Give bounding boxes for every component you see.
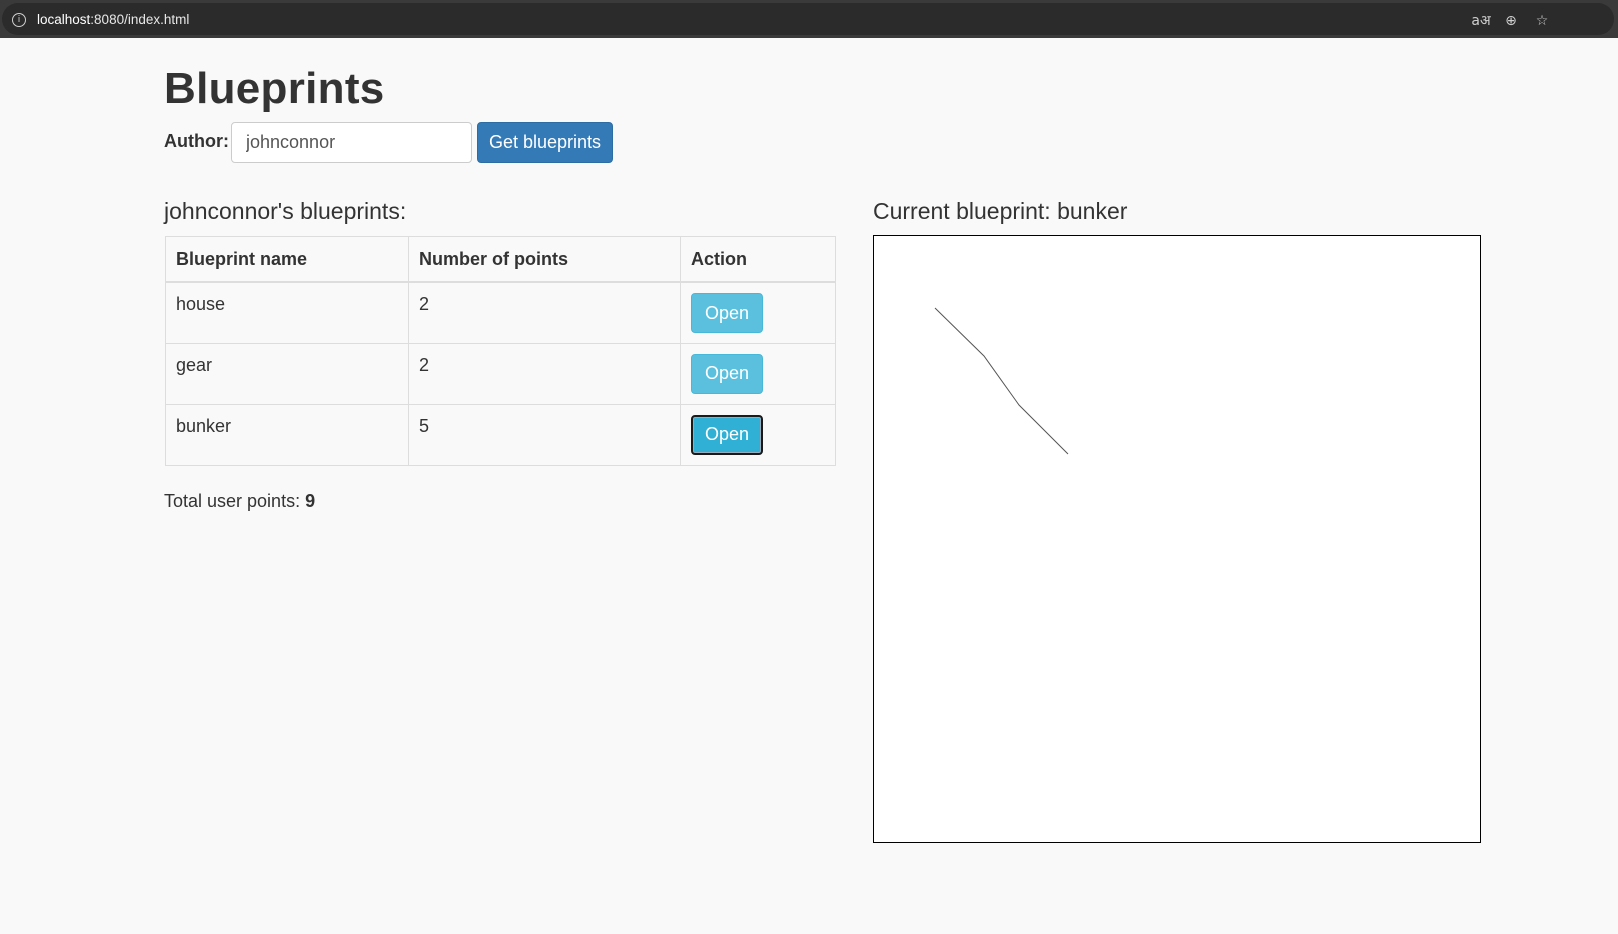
table-header-row: Blueprint name Number of points Action (165, 236, 836, 283)
blueprint-canvas[interactable] (873, 235, 1481, 843)
info-icon[interactable]: i (12, 13, 26, 27)
browser-toolbar: i localhost:8080/index.html aअ ⊕ ☆ (0, 0, 1618, 38)
column-header-points: Number of points (408, 236, 681, 283)
page-title: Blueprints (164, 64, 385, 113)
current-blueprint-heading: Current blueprint: bunker (873, 198, 1128, 224)
table-row: bunker 5 Open (165, 403, 836, 466)
blueprint-name-cell: house (165, 281, 409, 344)
open-gear-button[interactable]: Open (691, 353, 763, 394)
star-icon[interactable]: ☆ (1532, 11, 1552, 31)
blueprint-name-cell: bunker (165, 403, 409, 466)
address-bar[interactable]: i localhost:8080/index.html aअ ⊕ ☆ (2, 3, 1614, 35)
page-content: Blueprints Author: Get blueprints johnco… (0, 38, 1618, 934)
translate-icon[interactable]: aअ (1471, 11, 1491, 31)
open-bunker-button[interactable]: Open (691, 414, 763, 455)
action-cell: Open (680, 281, 836, 344)
table-row: gear 2 Open (165, 342, 836, 405)
column-header-action: Action (680, 236, 836, 283)
total-points-label: Total user points: (164, 491, 301, 511)
get-blueprints-button[interactable]: Get blueprints (477, 122, 613, 163)
blueprint-points-cell: 5 (408, 403, 681, 466)
open-house-button[interactable]: Open (691, 293, 763, 333)
blueprints-list-heading: johnconnor's blueprints: (164, 198, 407, 224)
blueprint-polyline (934, 307, 1069, 455)
column-header-name: Blueprint name (165, 236, 409, 283)
blueprints-table: Blueprint name Number of points Action h… (165, 236, 836, 466)
total-points: Total user points: 9 (164, 491, 315, 512)
table-row: house 2 Open (165, 281, 836, 344)
action-cell: Open (680, 403, 836, 466)
blueprint-points-cell: 2 (408, 281, 681, 344)
blueprint-name-cell: gear (165, 342, 409, 405)
zoom-icon[interactable]: ⊕ (1501, 11, 1521, 31)
url-text[interactable]: localhost:8080/index.html (37, 12, 189, 27)
author-input[interactable] (231, 122, 472, 163)
total-points-value: 9 (305, 491, 316, 511)
blueprint-drawing (934, 307, 1069, 455)
author-label: Author: (164, 131, 229, 151)
action-cell: Open (680, 342, 836, 405)
blueprint-points-cell: 2 (408, 342, 681, 405)
